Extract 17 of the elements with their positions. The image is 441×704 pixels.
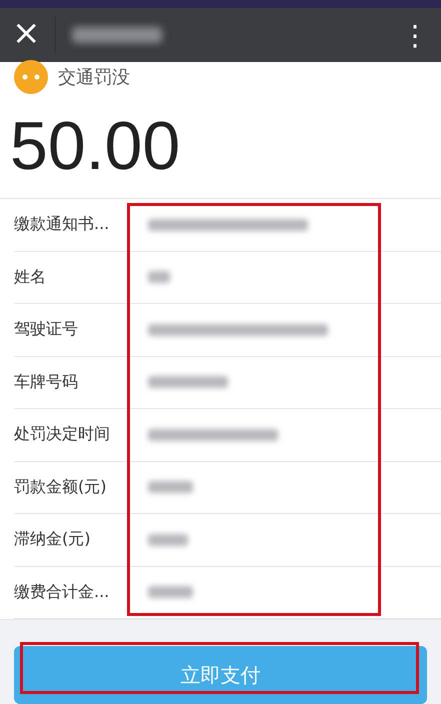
close-button[interactable]: × [0, 16, 54, 54]
field-label: 驾驶证号 [14, 319, 79, 340]
field-label: 缴费合计金... [14, 582, 110, 603]
redacted-value [148, 271, 170, 284]
field-label: 姓名 [14, 266, 47, 288]
amount: 50.00 [9, 107, 182, 186]
logo-icon [14, 60, 48, 94]
field-label: 滞纳金(元) [14, 529, 92, 550]
field-label: 罚款金额(元) [14, 476, 108, 498]
field-label: 车牌号码 [14, 372, 79, 393]
field-label: 缴款通知书... [14, 214, 110, 236]
redacted-value [148, 534, 188, 546]
menu-button[interactable]: ⋮ [389, 18, 441, 52]
field-label: 处罚决定时间 [14, 424, 111, 446]
redacted-value [148, 586, 193, 598]
redacted-value [148, 481, 193, 494]
merchant-name: 交通罚没 [58, 66, 130, 90]
